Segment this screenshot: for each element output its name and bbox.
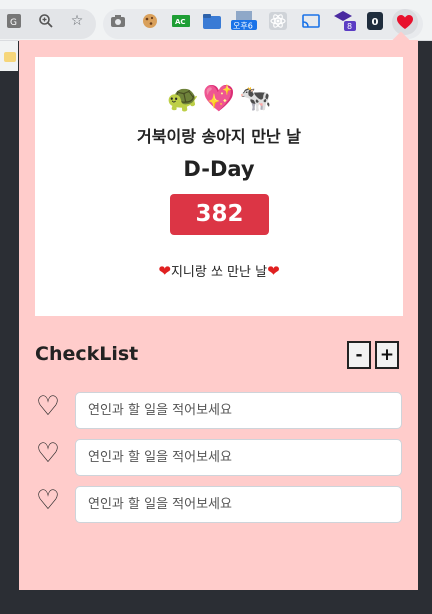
camera-icon[interactable] (109, 12, 127, 30)
cookie-icon[interactable] (141, 12, 159, 30)
dday-label: D-Day (183, 157, 255, 181)
react-icon[interactable] (269, 12, 287, 30)
subtitle-text: 지니랑 쏘 만난 날 (170, 265, 268, 280)
cow-icon: 🐄 (239, 84, 272, 114)
checklist-title: CheckList (35, 343, 139, 365)
heart-outline-icon[interactable]: ♡ (33, 392, 63, 422)
heart-icon: ❤ (158, 262, 171, 280)
sparkling-heart-icon: 💖 (202, 84, 236, 114)
browser-toolbar: G ☆ AC 오후6 8 0 (0, 0, 432, 41)
cast-icon[interactable] (302, 12, 320, 30)
todo-input[interactable] (75, 439, 402, 476)
translate-icon[interactable]: G (5, 12, 23, 30)
heart-outline-icon[interactable]: ♡ (33, 439, 63, 469)
emoji-row: 🐢 💖 🐄 (35, 83, 403, 115)
grad-cap-extension-icon[interactable]: 8 (334, 11, 356, 31)
ac-extension-icon[interactable]: AC (172, 12, 190, 30)
card-title: 거북이랑 송아지 만난 날 (137, 127, 301, 146)
heart-outline-icon[interactable]: ♡ (33, 486, 63, 516)
clock-extension-icon[interactable]: 오후6 (230, 11, 258, 31)
anniversary-subtitle: ❤지니랑 쏘 만난 날❤ (35, 261, 403, 280)
svg-text:AC: AC (175, 18, 186, 26)
star-icon[interactable]: ☆ (68, 12, 86, 30)
svg-text:오후6: 오후6 (233, 22, 253, 31)
folder-extension-icon[interactable] (203, 12, 221, 30)
remove-item-button[interactable]: - (347, 341, 371, 369)
svg-text:8: 8 (347, 22, 352, 31)
heart-icon: ❤ (267, 262, 280, 280)
svg-text:G: G (10, 18, 17, 28)
heart-extension-icon[interactable] (392, 9, 418, 35)
dday-count-badge: 382 (170, 194, 269, 235)
add-item-button[interactable]: + (375, 341, 399, 369)
extension-popup: 🐢 💖 🐄 거북이랑 송아지 만난 날 D-Day 382 ❤지니랑 쏘 만난 날❤… (19, 40, 418, 590)
dday-card: 🐢 💖 🐄 거북이랑 송아지 만난 날 D-Day 382 ❤지니랑 쏘 만난 날❤ (35, 57, 403, 316)
onepass-icon[interactable]: 0 (366, 12, 384, 30)
todo-input[interactable] (75, 392, 402, 429)
todo-input[interactable] (75, 486, 402, 523)
bookmark-folder-icon[interactable] (4, 52, 16, 62)
turtle-icon: 🐢 (166, 84, 199, 114)
svg-text:0: 0 (372, 17, 379, 28)
zoom-icon[interactable] (37, 12, 55, 30)
